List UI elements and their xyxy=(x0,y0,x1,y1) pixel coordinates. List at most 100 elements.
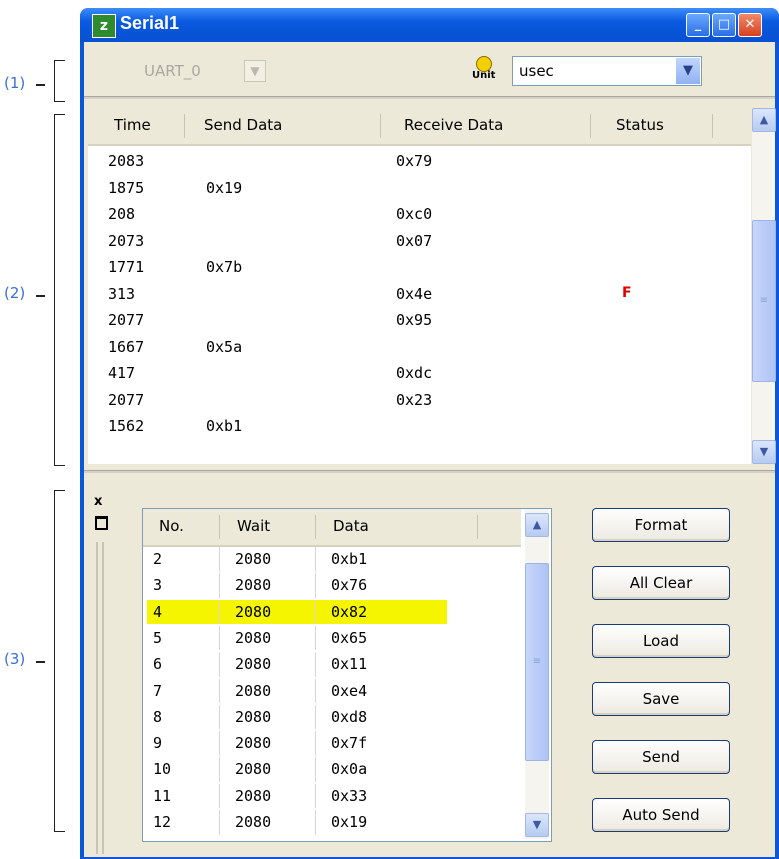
save-button[interactable]: Save xyxy=(592,682,730,716)
restore-panel-icon[interactable] xyxy=(95,516,108,530)
column-header-status[interactable]: Status xyxy=(616,116,664,134)
send-data-list[interactable]: No. Wait Data 2 2080 0xb1 3 2080 0x76 4 2080 0x8… xyxy=(142,508,552,842)
grid-line xyxy=(315,547,316,572)
grip-line xyxy=(96,542,98,854)
column-header-data[interactable]: Data xyxy=(333,517,369,535)
grid-line xyxy=(219,573,220,598)
log-row[interactable]: 1562 0xb1 xyxy=(88,413,718,439)
send-no: 3 xyxy=(153,576,163,595)
send-wait: 2080 xyxy=(235,734,272,753)
send-wait: 2080 xyxy=(235,602,272,621)
grid-line xyxy=(219,704,220,730)
send-wait: 2080 xyxy=(235,655,272,674)
log-row[interactable]: 1875 0x19 xyxy=(88,175,718,201)
log-row[interactable]: 2077 0x95 xyxy=(88,307,718,333)
grid-line xyxy=(219,731,220,756)
send-list-row[interactable]: 8 2080 0xd8 xyxy=(143,704,521,730)
grid-line xyxy=(219,599,220,625)
log-receive-data: 0x79 xyxy=(396,152,433,170)
send-no: 6 xyxy=(153,655,163,674)
send-list-scrollbar[interactable]: ▲ ≡ ▼ xyxy=(525,509,549,839)
send-data: 0x7f xyxy=(331,734,368,753)
callout-2-dash xyxy=(36,295,45,297)
send-list-row[interactable]: 7 2080 0xe4 xyxy=(143,678,521,703)
log-row[interactable]: 313 0x4e F xyxy=(88,281,718,307)
divider xyxy=(84,470,775,473)
load-button[interactable]: Load xyxy=(592,624,730,658)
log-scrollbar[interactable]: ▲ ≡ ▼ xyxy=(752,108,776,464)
panel-grip[interactable]: x xyxy=(90,494,112,856)
send-data: 0xb1 xyxy=(331,550,368,568)
all-clear-button[interactable]: All Clear xyxy=(592,566,730,600)
column-divider[interactable] xyxy=(315,515,316,539)
column-divider[interactable] xyxy=(380,114,381,138)
send-wait: 2080 xyxy=(235,550,272,568)
log-row[interactable]: 2073 0x07 xyxy=(88,228,718,254)
log-row[interactable]: 208 0xc0 xyxy=(88,201,718,227)
log-time: 1667 xyxy=(108,337,145,356)
scroll-up-icon[interactable]: ▲ xyxy=(752,108,776,132)
send-list-row[interactable]: 11 2080 0x33 xyxy=(143,783,521,809)
scroll-up-icon[interactable]: ▲ xyxy=(525,513,549,537)
send-no: 2 xyxy=(153,550,163,568)
send-list-row[interactable]: 4 2080 0x82 xyxy=(143,599,521,625)
unit-label: Unit xyxy=(472,70,496,81)
column-divider[interactable] xyxy=(590,114,591,138)
column-header-no[interactable]: No. xyxy=(159,517,184,535)
send-data: 0x11 xyxy=(331,655,368,674)
send-button[interactable]: Send xyxy=(592,740,730,774)
column-divider[interactable] xyxy=(477,515,478,539)
send-list-row[interactable]: 6 2080 0x11 xyxy=(143,652,521,677)
column-header-time[interactable]: Time xyxy=(114,116,151,134)
send-list-row[interactable]: 3 2080 0x76 xyxy=(143,573,521,598)
column-header-wait[interactable]: Wait xyxy=(237,517,270,535)
send-list-header: No. Wait Data xyxy=(143,509,521,547)
send-list-row[interactable]: 9 2080 0x7f xyxy=(143,731,521,756)
log-row[interactable]: 1771 0x7b xyxy=(88,254,718,280)
minimize-icon[interactable]: _ xyxy=(686,13,710,37)
column-divider[interactable] xyxy=(219,515,220,539)
column-divider[interactable] xyxy=(184,114,185,138)
selection-highlight xyxy=(147,599,447,625)
send-list-row[interactable]: 5 2080 0x65 xyxy=(143,625,521,651)
close-panel-icon[interactable]: x xyxy=(94,494,102,509)
maximize-icon[interactable]: □ xyxy=(712,13,736,37)
auto-send-button[interactable]: Auto Send xyxy=(592,798,730,832)
log-row[interactable]: 1667 0x5a xyxy=(88,334,718,360)
format-button[interactable]: Format xyxy=(592,508,730,542)
column-header-send-data[interactable]: Send Data xyxy=(204,116,282,134)
send-list-row[interactable]: 10 2080 0x0a xyxy=(143,757,521,782)
title-bar[interactable]: z Serial1 _ □ ✕ xyxy=(80,8,779,42)
window-client: UART_0 ▼ Unit usec ▼ Time Send Data Rece… xyxy=(84,42,776,857)
scroll-down-icon[interactable]: ▼ xyxy=(752,440,776,464)
close-icon[interactable]: ✕ xyxy=(738,13,762,37)
send-data: 0x82 xyxy=(331,602,368,621)
column-divider[interactable] xyxy=(712,114,713,138)
unit-select[interactable]: usec ▼ xyxy=(512,56,702,86)
column-header-receive-data[interactable]: Receive Data xyxy=(404,116,503,134)
send-list-row[interactable]: 2 2080 0xb1 xyxy=(143,547,521,572)
unit-select-value: usec xyxy=(519,62,554,80)
send-data: 0x19 xyxy=(331,813,368,831)
log-time: 2073 xyxy=(108,231,145,250)
log-row[interactable]: 417 0xdc xyxy=(88,360,718,386)
send-wait: 2080 xyxy=(235,813,272,831)
send-list-row[interactable]: 12 2080 0x19 xyxy=(143,810,521,835)
chevron-down-icon[interactable]: ▼ xyxy=(676,58,700,84)
log-list[interactable]: Time Send Data Receive Data Status 2083 0… xyxy=(88,108,751,464)
send-data: 0x65 xyxy=(331,628,368,647)
log-time: 1771 xyxy=(108,258,145,276)
send-data: 0x0a xyxy=(331,760,368,779)
clock-unit-icon: Unit xyxy=(472,56,496,86)
scrollbar-thumb[interactable]: ≡ xyxy=(752,220,776,382)
log-send-data: 0x7b xyxy=(206,258,243,276)
channel-select[interactable]: UART_0 ▼ xyxy=(136,56,266,84)
send-no: 12 xyxy=(153,813,172,831)
log-row[interactable]: 2083 0x79 xyxy=(88,148,718,174)
callout-3-bracket xyxy=(54,490,65,832)
grid-line xyxy=(219,678,220,703)
log-row[interactable]: 2077 0x23 xyxy=(88,387,718,413)
scroll-down-icon[interactable]: ▼ xyxy=(525,813,549,837)
callout-1-dash xyxy=(36,84,45,86)
scrollbar-thumb[interactable]: ≡ xyxy=(525,563,549,761)
